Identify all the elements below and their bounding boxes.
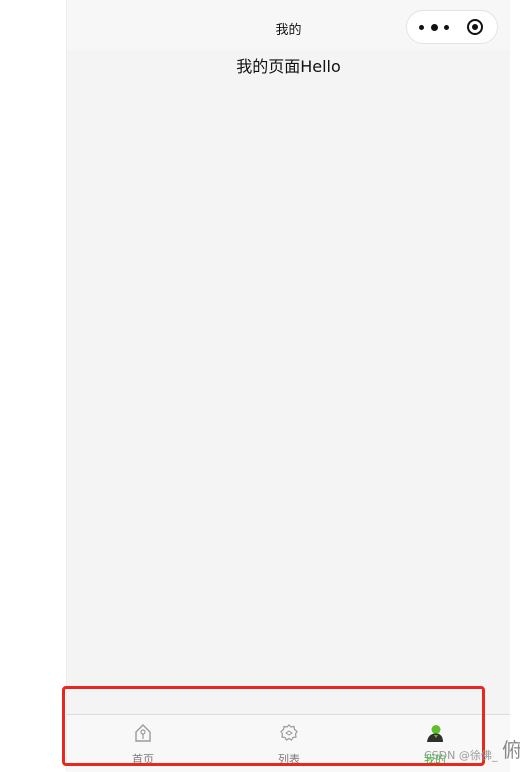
highlight-box [62, 686, 485, 766]
watermark: CSDN @徐佛_ [424, 749, 498, 762]
capsule-menu [406, 10, 498, 44]
page-content-text: 我的页面Hello [236, 57, 341, 76]
dot [444, 24, 449, 30]
dot [419, 24, 424, 30]
mini-program-window: 我的 我的页面Hello 首页 列表 我的 [66, 0, 510, 772]
navigation-bar: 我的 [67, 0, 510, 50]
watermark-glyph: 俯 [502, 738, 520, 762]
more-dots-icon[interactable] [419, 21, 449, 33]
dot [430, 23, 438, 31]
target-circle-icon[interactable] [467, 19, 483, 35]
